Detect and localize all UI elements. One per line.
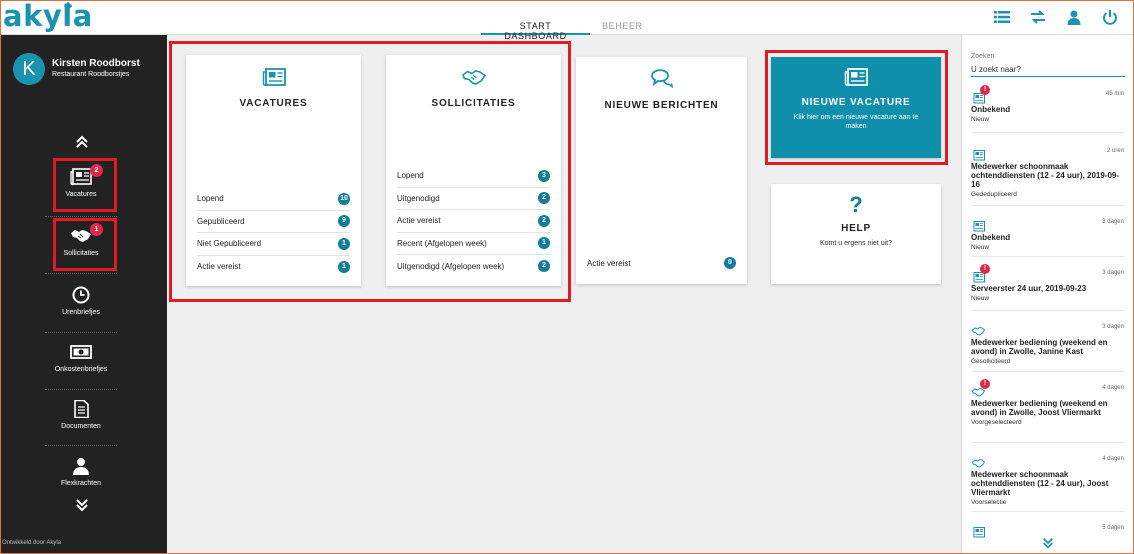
highlight-nieuwe-vacature [765, 50, 948, 165]
feed-item[interactable]: ! 3 dagen Serveerster 24 uur, 2019-09-23 Ni… [971, 264, 1125, 311]
feed-status: Gesolliciteerd [971, 358, 1011, 365]
tab-start-dashboard[interactable]: START DASHBOARD [481, 16, 590, 41]
chevron-down-icon[interactable] [1041, 536, 1055, 550]
feed-status: Nieuw [971, 244, 990, 251]
person-icon [73, 458, 89, 475]
alert-icon: ! [980, 379, 990, 389]
activity-panel: Zoeken U zoekt naar? ! 45 min Onbekend Nieu… [961, 35, 1134, 554]
divider [45, 273, 117, 274]
count-badge: 0 [724, 257, 736, 270]
top-actions [994, 9, 1118, 25]
feed-item[interactable]: 3 dagen Onbekend Nieuw [971, 213, 1125, 257]
alert-icon: ! [980, 264, 990, 274]
chat-icon [650, 69, 673, 89]
sidebar-item-urenbriefjes[interactable]: Urenbriefjes [45, 278, 117, 330]
feed-time: 3 dagen [1102, 324, 1124, 330]
feed-status: Gededupliceerd [971, 191, 1017, 198]
divider [45, 389, 117, 390]
feed-time: 45 min [1105, 91, 1124, 97]
feed-time: 4 dagen [1102, 385, 1124, 391]
search-input[interactable]: U zoekt naar? [971, 65, 1125, 77]
chevron-down-icon[interactable] [74, 497, 90, 513]
divider [45, 332, 117, 333]
feed-title: Medewerker schoonmaak ochtenddiensten (1… [971, 162, 1120, 189]
feed-title: Serveerster 24 uur, 2019-09-23 [971, 284, 1087, 293]
money-icon [70, 345, 92, 359]
user-icon[interactable] [1066, 9, 1082, 25]
sidebar-item-label: Onkostenbriefjes [54, 366, 108, 373]
stat-row[interactable]: Actie vereist 0 [587, 252, 736, 275]
feed-time: 2 uren [1106, 148, 1124, 154]
document-icon [74, 400, 89, 418]
handshake-icon [971, 324, 986, 336]
tab-beheer[interactable]: BEHEER [590, 16, 655, 35]
newspaper-icon [972, 148, 985, 161]
sidebar-item-label: Urenbriefjes [62, 309, 100, 316]
feed-time: 4 dagen [1102, 456, 1124, 462]
avatar[interactable]: K [13, 53, 45, 85]
feed-title: Onbekend [971, 233, 1011, 242]
feed-status: Nieuw [971, 295, 990, 302]
sidebar-item-documenten[interactable]: Documenten [45, 392, 117, 444]
feed-title: Medewerker bediening (weekend en avond) … [971, 399, 1108, 417]
feed-item[interactable]: ! 4 dagen Medewerker bediening (weekend en… [971, 379, 1125, 443]
search-label: Zoeken [971, 53, 995, 60]
newspaper-icon [972, 525, 985, 538]
sidebar-item-label: Flexkrachten [60, 480, 102, 487]
feed-item[interactable]: 4 dagen Medewerker schoonmaak ochtenddien… [971, 450, 1125, 512]
feed-status: Nieuw [971, 116, 990, 123]
feed-time: 3 dagen [1102, 219, 1124, 225]
alert-icon: ! [980, 85, 990, 95]
feed-time: 3 dagen [1102, 270, 1124, 276]
feed-title: Onbekend [971, 105, 1011, 114]
sidebar-item-flexkrachten[interactable]: Flexkrachten [45, 449, 117, 487]
user-name: Kirsten Roodborst [52, 58, 140, 69]
feed-item[interactable]: 3 dagen Medewerker bediening (weekend en … [971, 318, 1125, 372]
feed-item[interactable]: ! 45 min Onbekend Nieuw [971, 85, 1125, 133]
berichten-stats: Actie vereist 0 [587, 252, 736, 275]
divider [45, 445, 117, 446]
feed-title: Medewerker bediening (weekend en avond) … [971, 338, 1108, 356]
list-icon[interactable] [994, 9, 1010, 25]
clock-icon [72, 286, 90, 304]
question-icon: ? [849, 192, 863, 217]
main-nav: START DASHBOARD BEHEER [481, 16, 655, 41]
help-card[interactable]: ? HELP Komt u ergens niet uit? [771, 184, 941, 284]
highlight-sollicitaties [53, 218, 117, 271]
card-title: NIEUWE BERICHTEN [604, 100, 719, 111]
feed-status: Voorgeselecteerd [971, 419, 1022, 426]
handshake-icon [971, 456, 986, 468]
highlight-dashboard-cards [169, 41, 571, 302]
sidebar-item-onkostenbriefjes[interactable]: Onkostenbriefjes [45, 335, 117, 387]
power-icon[interactable] [1102, 9, 1118, 25]
sidebar-item-label: Documenten [61, 423, 101, 430]
nieuwe-berichten-card[interactable]: NIEUWE BERICHTEN Actie vereist 0 [576, 57, 747, 284]
akyla-logo[interactable]: akyla [3, 0, 93, 33]
user-company: Restaurant Roodborstjes [52, 71, 130, 78]
divider [45, 216, 117, 217]
sidebar: K Kirsten Roodborst Restaurant Roodborst… [0, 35, 167, 554]
card-title: HELP [841, 223, 871, 234]
feed-title: Medewerker schoonmaak ochtenddiensten (1… [971, 470, 1109, 497]
chevron-up-icon[interactable] [74, 134, 90, 150]
top-bar: akyla START DASHBOARD BEHEER [0, 0, 1134, 41]
highlight-vacatures [53, 158, 117, 212]
feed-time: 5 dagen [1102, 525, 1124, 531]
feed-item[interactable]: 2 uren Medewerker schoonmaak ochtenddiens… [971, 142, 1125, 206]
card-subtitle: Komt u ergens niet uit? [820, 240, 892, 247]
transfer-icon[interactable] [1030, 9, 1046, 25]
newspaper-icon [972, 219, 985, 232]
developed-by: Ontwikkeld door Akyla [2, 540, 62, 546]
feed-status: Voorselectie [971, 499, 1007, 506]
